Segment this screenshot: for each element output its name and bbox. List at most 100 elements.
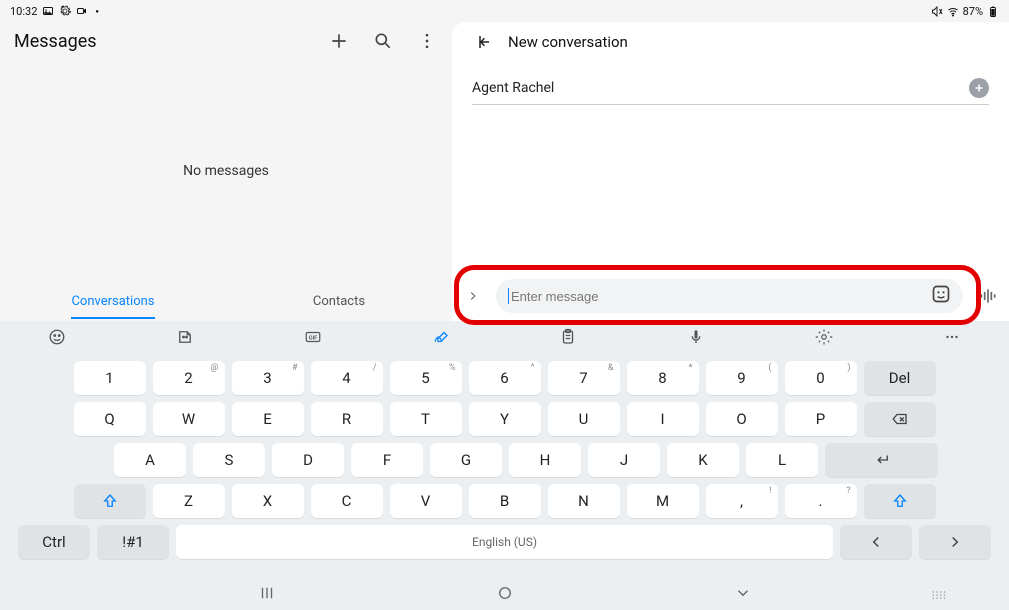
key-5[interactable]: 5% — [390, 361, 462, 395]
key-symbols[interactable]: !#1 — [97, 525, 169, 559]
status-dot: ● — [95, 8, 99, 15]
more-icon[interactable] — [416, 30, 438, 52]
key-shift-right[interactable] — [864, 484, 936, 518]
key-enter[interactable] — [825, 443, 938, 477]
key-del[interactable]: Del — [864, 361, 936, 395]
left-header: Messages — [0, 22, 452, 60]
messages-list-pane: Messages No messages Conversations Conta… — [0, 22, 452, 321]
add-recipient-button[interactable] — [969, 78, 989, 98]
kb-row-1: 1 2@ 3# 4/ 5% 6^ 7& 8* 9( 0) Del — [18, 361, 991, 395]
nav-recents-icon[interactable] — [258, 584, 276, 606]
compose-area — [452, 279, 1009, 321]
audio-wave-icon[interactable] — [977, 285, 999, 307]
message-input[interactable] — [511, 289, 931, 304]
expand-icon[interactable] — [462, 285, 484, 307]
emoji-icon[interactable] — [48, 328, 66, 350]
tab-conversations[interactable]: Conversations — [0, 281, 226, 321]
nav-back-icon[interactable] — [734, 584, 752, 606]
status-bar: 10:32 ● 87% — [0, 0, 1009, 22]
key-3[interactable]: 3# — [232, 361, 304, 395]
clipboard-icon[interactable] — [559, 328, 577, 350]
key-n[interactable]: N — [548, 484, 620, 518]
key-x[interactable]: X — [232, 484, 304, 518]
mute-icon — [931, 5, 943, 17]
kb-row-2: Q W E R T Y U I O P — [18, 402, 991, 436]
key-1[interactable]: 1 — [74, 361, 146, 395]
kb-toolbar: GIF — [0, 321, 1009, 357]
tab-contacts[interactable]: Contacts — [226, 281, 452, 321]
key-g[interactable]: G — [430, 443, 502, 477]
gif-icon[interactable]: GIF — [304, 328, 322, 350]
key-s[interactable]: S — [193, 443, 265, 477]
key-c[interactable]: C — [311, 484, 383, 518]
key-a[interactable]: A — [114, 443, 186, 477]
nav-home-icon[interactable] — [496, 584, 514, 606]
key-i[interactable]: I — [627, 402, 699, 436]
conversation-title: New conversation — [508, 33, 628, 51]
key-f[interactable]: F — [351, 443, 423, 477]
key-j[interactable]: J — [588, 443, 660, 477]
right-header: New conversation — [452, 22, 1009, 62]
app-title: Messages — [14, 31, 97, 52]
key-o[interactable]: O — [706, 402, 778, 436]
key-l[interactable]: L — [746, 443, 818, 477]
battery-icon — [987, 5, 999, 17]
recipient-name[interactable]: Agent Rachel — [472, 80, 554, 96]
soft-keyboard: GIF 1 2@ 3# 4/ 5% 6^ 7& 8* 9( 0) Del Q W… — [0, 321, 1009, 610]
voice-icon[interactable] — [687, 328, 705, 350]
recipient-row: Agent Rachel — [472, 78, 989, 105]
key-0[interactable]: 0) — [785, 361, 857, 395]
key-z[interactable]: Z — [153, 484, 225, 518]
key-shift-left[interactable] — [74, 484, 146, 518]
key-b[interactable]: B — [469, 484, 541, 518]
status-time: 10:32 — [10, 5, 37, 18]
key-right-arrow[interactable] — [919, 525, 991, 559]
image-icon — [42, 5, 54, 17]
kb-more-icon[interactable] — [943, 328, 961, 350]
key-8[interactable]: 8* — [627, 361, 699, 395]
kb-row-4: Z X C V B N M ,! .? — [18, 484, 991, 518]
kb-row-5: Ctrl !#1 English (US) — [18, 525, 991, 559]
key-q[interactable]: Q — [74, 402, 146, 436]
key-comma[interactable]: ,! — [706, 484, 778, 518]
key-left-arrow[interactable] — [840, 525, 912, 559]
empty-state: No messages — [0, 60, 452, 281]
kb-collapse-icon[interactable] — [931, 586, 949, 605]
key-2[interactable]: 2@ — [153, 361, 225, 395]
kb-row-3: A S D F G H J K L — [18, 443, 991, 477]
nav-bar — [0, 580, 1009, 610]
battery-text: 87% — [963, 5, 983, 18]
key-h[interactable]: H — [509, 443, 581, 477]
key-v[interactable]: V — [390, 484, 462, 518]
key-r[interactable]: R — [311, 402, 383, 436]
key-4[interactable]: 4/ — [311, 361, 383, 395]
message-input-wrap[interactable] — [496, 279, 963, 313]
settings-icon[interactable] — [815, 328, 833, 350]
key-e[interactable]: E — [232, 402, 304, 436]
text-cursor — [508, 288, 509, 304]
key-6[interactable]: 6^ — [469, 361, 541, 395]
compose-icon[interactable] — [328, 30, 350, 52]
key-t[interactable]: T — [390, 402, 462, 436]
key-ctrl[interactable]: Ctrl — [18, 525, 90, 559]
key-k[interactable]: K — [667, 443, 739, 477]
key-m[interactable]: M — [627, 484, 699, 518]
sticker-toolbar-icon[interactable] — [176, 328, 194, 350]
key-space[interactable]: English (US) — [176, 525, 833, 559]
key-d[interactable]: D — [272, 443, 344, 477]
search-icon[interactable] — [372, 30, 394, 52]
video-icon — [76, 5, 88, 17]
key-y[interactable]: Y — [469, 402, 541, 436]
sticker-icon[interactable] — [931, 284, 951, 308]
key-p[interactable]: P — [785, 402, 857, 436]
key-backspace[interactable] — [864, 402, 936, 436]
handwriting-icon[interactable] — [432, 328, 450, 350]
key-9[interactable]: 9( — [706, 361, 778, 395]
conversation-pane: New conversation Agent Rachel — [452, 22, 1009, 321]
key-period[interactable]: .? — [785, 484, 857, 518]
key-w[interactable]: W — [153, 402, 225, 436]
key-u[interactable]: U — [548, 402, 620, 436]
key-7[interactable]: 7& — [548, 361, 620, 395]
gear-icon — [59, 5, 71, 17]
back-icon[interactable] — [472, 31, 494, 53]
